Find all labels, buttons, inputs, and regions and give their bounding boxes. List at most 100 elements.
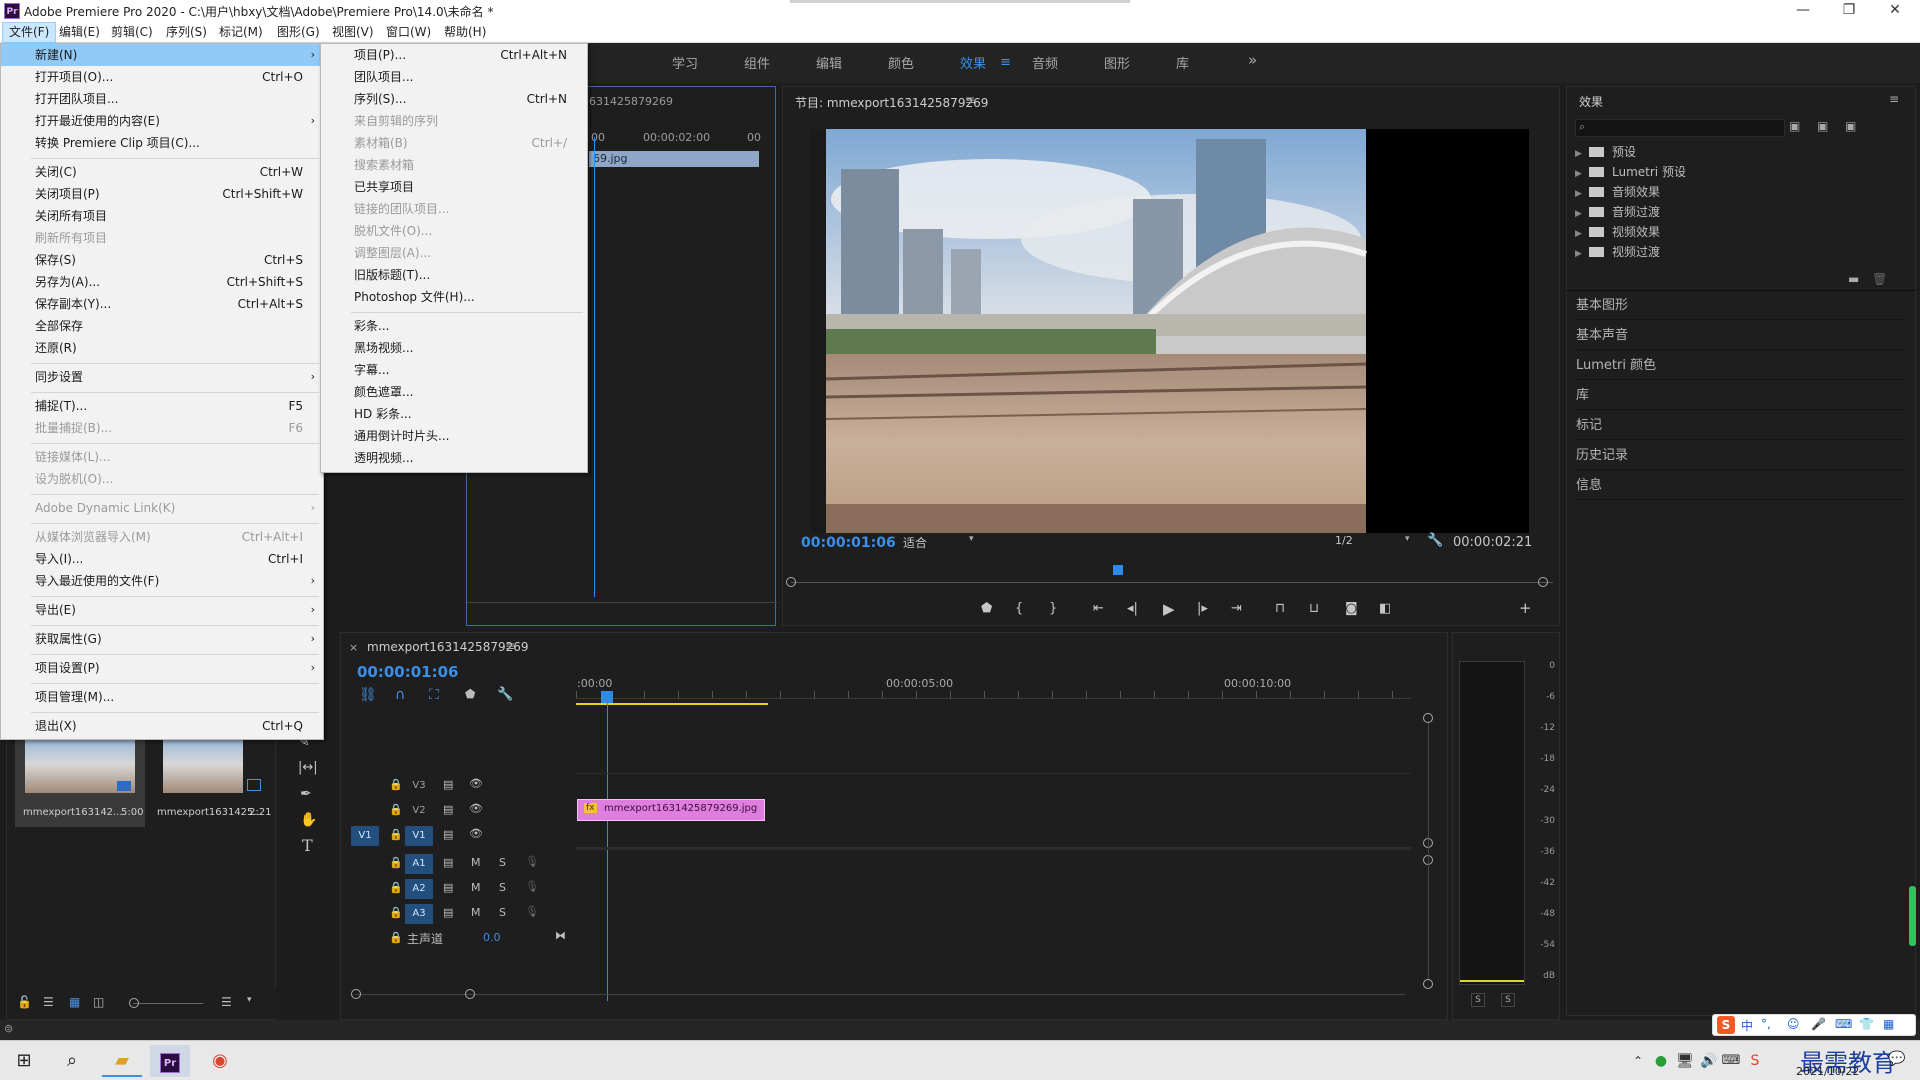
menu-marker[interactable]: 标记(M) <box>213 22 269 43</box>
program-timecode[interactable]: 00:00:01:06 <box>801 535 896 551</box>
ime-punctuation-icon[interactable]: °, <box>1761 1017 1771 1031</box>
workspace-libraries[interactable]: 库 <box>1176 53 1189 72</box>
effects-folder-video-effects[interactable]: ▶ 视频效果 <box>1575 223 1660 241</box>
button-editor-plus-icon[interactable]: + <box>1519 599 1532 617</box>
hand-tool-icon[interactable]: ✋ <box>300 812 317 828</box>
effects-folder-audio-effects[interactable]: ▶ 音频效果 <box>1575 183 1660 201</box>
timeline-ruler[interactable] <box>576 691 1411 699</box>
nest-toggle-icon[interactable]: ⛓ <box>359 687 377 703</box>
ime-voice-icon[interactable]: 🎤 <box>1811 1017 1826 1031</box>
track-target-a3[interactable]: A3 <box>405 904 433 924</box>
sogou-tray-icon[interactable]: S <box>1744 1045 1766 1077</box>
mark-in-icon[interactable]: { <box>1015 601 1023 616</box>
snap-magnet-icon[interactable]: ∩ <box>395 687 405 703</box>
yuv-effects-icon[interactable]: ▣ <box>1845 119 1856 133</box>
type-tool-icon[interactable]: T <box>302 836 313 855</box>
sync-lock-icon[interactable]: ▤ <box>443 881 453 894</box>
track-header-a2[interactable]: 🔒 A2 ▤ M S 🎙 <box>345 877 1425 901</box>
source-clip[interactable]: 69.jpg <box>589 151 759 167</box>
track-lock-icon[interactable]: 🔒 <box>389 856 403 869</box>
scrubber-start-handle[interactable] <box>786 577 796 587</box>
add-marker-icon[interactable]: ⬟ <box>981 601 992 616</box>
menu-item-sync-settings[interactable]: 同步设置 › <box>1 366 323 388</box>
menu-item-link-media[interactable]: 链接媒体(L)... <box>1 446 323 468</box>
menu-item-get-properties[interactable]: 获取属性(G) › <box>1 628 323 650</box>
submenu-item-bin[interactable]: 素材箱(B) Ctrl+/ <box>321 132 587 154</box>
menu-clip[interactable]: 剪辑(C) <box>105 22 159 43</box>
chevron-down-icon[interactable]: ▾ <box>247 995 252 1005</box>
new-bin-icon[interactable]: ▬ <box>1848 272 1859 286</box>
submenu-item-sequence-from-clip[interactable]: 来自剪辑的序列 <box>321 110 587 132</box>
tray-chevron-up-icon[interactable]: ⌃ <box>1628 1045 1648 1077</box>
menu-item-close-all-projects[interactable]: 关闭所有项目 <box>1 205 323 227</box>
extract-icon[interactable]: ⊔ <box>1309 601 1319 616</box>
submenu-item-search-bin[interactable]: 搜索素材箱 <box>321 154 587 176</box>
go-to-out-icon[interactable]: ⇥ <box>1231 601 1242 616</box>
tab-essential-sound[interactable]: 基本声音 <box>1576 321 1906 350</box>
submenu-item-color-matte[interactable]: 颜色遮罩... <box>321 381 587 403</box>
workspace-editing[interactable]: 编辑 <box>816 53 842 72</box>
mute-button[interactable]: M <box>471 856 481 869</box>
add-marker-icon[interactable]: ⬟ <box>465 687 475 701</box>
freeform-view-icon[interactable]: ◫ <box>93 995 104 1009</box>
lock-icon[interactable]: 🔓 <box>17 995 32 1009</box>
step-back-icon[interactable]: ◂| <box>1127 601 1138 616</box>
delete-icon[interactable]: 🗑 <box>1872 272 1887 286</box>
menu-item-project-settings[interactable]: 项目设置(P) › <box>1 657 323 679</box>
program-resolution-dropdown[interactable]: 1/2 ▾ <box>1335 534 1415 552</box>
track-lock-icon[interactable]: 🔒 <box>389 828 403 841</box>
effects-folder-audio-transitions[interactable]: ▶ 音频过渡 <box>1575 203 1660 221</box>
submenu-item-photoshop-file[interactable]: Photoshop 文件(H)... <box>321 286 587 308</box>
menu-item-close-project[interactable]: 关闭项目(P) Ctrl+Shift+W <box>1 183 323 205</box>
menu-file[interactable]: 文件(F) <box>2 22 57 43</box>
submenu-item-transparent-video[interactable]: 透明视频... <box>321 447 587 469</box>
restore-icon[interactable]: ❐ <box>1826 0 1872 22</box>
menu-item-capture[interactable]: 捕捉(T)... F5 <box>1 395 323 417</box>
network-icon[interactable]: 🖥 <box>1674 1045 1696 1077</box>
mark-out-icon[interactable]: } <box>1049 601 1057 616</box>
menu-view[interactable]: 视图(V) <box>326 22 380 43</box>
track-header-v1[interactable]: V1 🔒 V1 ▤ 👁 <box>345 824 1425 848</box>
track-header-v3[interactable]: 🔒 V3 ▤ 👁 <box>345 774 1425 798</box>
microphone-icon[interactable]: 🎙 <box>525 855 539 868</box>
list-view-icon[interactable]: ☰ <box>43 995 54 1009</box>
sync-lock-icon[interactable]: ▤ <box>443 828 453 841</box>
chrome-icon[interactable]: ◉ <box>200 1045 240 1077</box>
submenu-item-offline-file[interactable]: 脱机文件(O)... <box>321 220 587 242</box>
workspace-audio[interactable]: 音频 <box>1032 53 1058 72</box>
effects-panel-menu-icon[interactable]: ≡ <box>1889 92 1899 106</box>
wrench-icon[interactable]: 🔧 <box>1427 533 1443 548</box>
eye-icon[interactable]: 👁 <box>469 827 483 840</box>
solo-button[interactable]: S <box>499 906 506 919</box>
menu-item-revert[interactable]: 还原(R) <box>1 337 323 359</box>
ime-skin-icon[interactable]: 👕 <box>1859 1017 1874 1031</box>
submenu-item-shared-project[interactable]: 已共享项目 <box>321 176 587 198</box>
menu-window[interactable]: 窗口(W) <box>380 22 437 43</box>
ime-toolbox-icon[interactable]: ▦ <box>1883 1017 1894 1031</box>
tab-info[interactable]: 信息 <box>1576 471 1906 500</box>
menu-item-import-recent[interactable]: 导入最近使用的文件(F) › <box>1 570 323 592</box>
notification-icon[interactable]: 💬 <box>1888 1051 1905 1067</box>
timeline-settings-wrench-icon[interactable]: 🔧 <box>497 687 513 702</box>
play-icon[interactable]: ▶ <box>1163 600 1175 618</box>
program-playhead[interactable] <box>1113 565 1123 575</box>
source-tab-label[interactable]: 631425879269 <box>589 95 673 108</box>
menu-item-save-all[interactable]: 全部保存 <box>1 315 323 337</box>
ime-keyboard-icon[interactable]: ⌨ <box>1835 1017 1852 1031</box>
work-area-bar[interactable] <box>576 703 768 705</box>
menu-item-close[interactable]: 关闭(C) Ctrl+W <box>1 161 323 183</box>
menu-item-open-project[interactable]: 打开项目(O)... Ctrl+O <box>1 66 323 88</box>
horizontal-scroll-handle[interactable] <box>465 989 475 999</box>
menu-item-save-copy[interactable]: 保存副本(Y)... Ctrl+Alt+S <box>1 293 323 315</box>
tab-lumetri-color[interactable]: Lumetri 颜色 <box>1576 351 1906 380</box>
track-header-a3[interactable]: 🔒 A3 ▤ M S 🎙 <box>345 902 1425 926</box>
horizontal-scrollbar[interactable] <box>355 994 1405 995</box>
tab-libraries[interactable]: 库 <box>1576 381 1906 410</box>
timeline-tab-close-icon[interactable]: × <box>349 641 358 654</box>
export-frame-icon[interactable]: ◙ <box>1345 601 1358 616</box>
ime-emoji-icon[interactable]: ☺ <box>1787 1017 1800 1031</box>
workspace-effects[interactable]: 效果 <box>960 53 986 72</box>
menu-item-save[interactable]: 保存(S) Ctrl+S <box>1 249 323 271</box>
taskbar-premiere-icon[interactable]: Pr <box>150 1045 190 1077</box>
vertical-scroll-handle[interactable] <box>1423 713 1433 723</box>
